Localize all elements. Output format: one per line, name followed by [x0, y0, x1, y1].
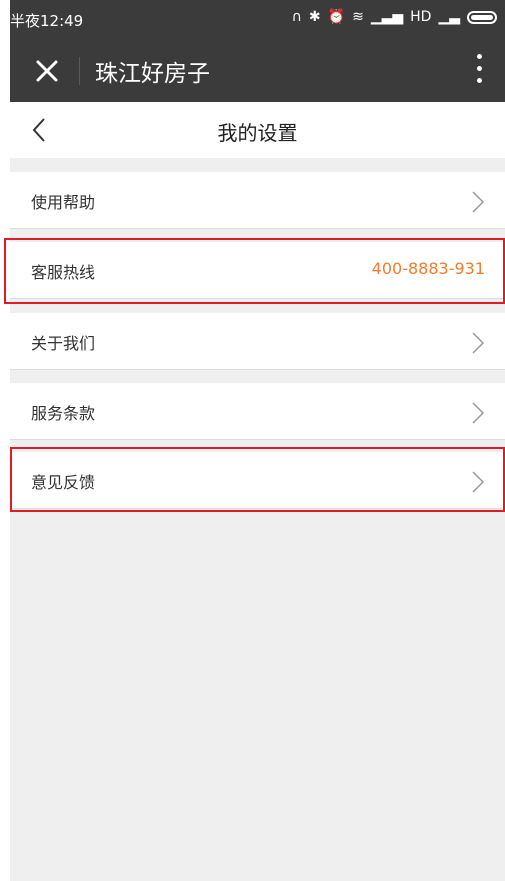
settings-item-label: 关于我们	[31, 334, 96, 353]
nav-bar: 我的设置	[10, 102, 505, 158]
settings-item-label: 使用帮助	[31, 193, 96, 212]
status-icons: ∩ ✱ ⏰ ≋ ▁▃▅ HD ▁▃	[292, 9, 497, 25]
settings-item-hotline[interactable]: 客服热线 400-8883-931	[10, 242, 505, 299]
page-title: 我的设置	[217, 121, 298, 145]
chevron-right-icon	[472, 332, 485, 354]
settings-item-label: 客服热线	[31, 263, 96, 282]
settings-item-label: 服务条款	[31, 404, 96, 423]
chevron-right-icon	[472, 191, 485, 213]
more-icon[interactable]	[473, 54, 485, 88]
network-label: HD	[410, 9, 432, 25]
app-title: 珠江好房子	[95, 61, 210, 87]
signal-icon: ▁▃▅	[370, 9, 404, 25]
settings-item-terms[interactable]: 服务条款	[10, 383, 505, 440]
signal-icon-2: ▁▃	[438, 9, 460, 25]
bluetooth-icon: ✱	[308, 9, 321, 25]
alarm-icon: ⏰	[327, 9, 346, 25]
title-bar: 珠江好房子	[10, 40, 505, 102]
title-divider	[79, 57, 80, 85]
close-icon[interactable]	[30, 52, 64, 90]
wifi-icon: ≋	[352, 9, 364, 25]
chevron-right-icon	[472, 402, 485, 424]
settings-item-about[interactable]: 关于我们	[10, 313, 505, 370]
status-time: 半夜12:49	[10, 12, 84, 30]
status-bar: 半夜12:49 ∩ ✱ ⏰ ≋ ▁▃▅ HD ▁▃	[10, 0, 505, 40]
hotline-number[interactable]: 400-8883-931	[372, 259, 485, 278]
headphones-icon: ∩	[291, 9, 302, 25]
app-screen: 半夜12:49 ∩ ✱ ⏰ ≋ ▁▃▅ HD ▁▃ 珠江好房子 我的设置 使用帮…	[10, 0, 505, 881]
settings-item-label: 意见反馈	[31, 473, 96, 492]
settings-item-feedback[interactable]: 意见反馈	[10, 452, 505, 509]
chevron-right-icon	[472, 471, 485, 493]
battery-icon	[467, 10, 497, 24]
settings-item-help[interactable]: 使用帮助	[10, 172, 505, 229]
